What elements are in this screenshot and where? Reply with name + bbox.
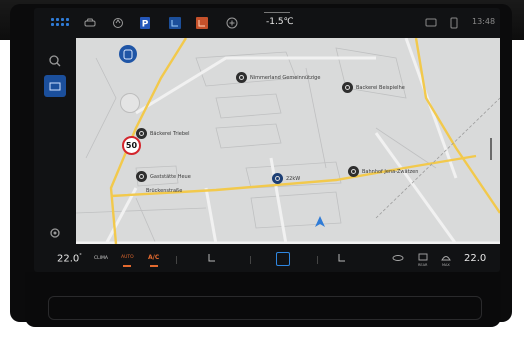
charging-power-label: 22kW xyxy=(286,176,301,182)
divider xyxy=(176,256,177,264)
gear-icon[interactable] xyxy=(44,222,66,244)
search-icon[interactable] xyxy=(44,50,66,72)
display-base-reflection xyxy=(48,296,482,320)
auto-button[interactable]: AUTO xyxy=(121,255,134,260)
photo-background: P -1.5℃ 13:48 Nimmerland Gemeinnützige B… xyxy=(0,0,524,347)
poi-label: Nimmerland Gemeinnützige xyxy=(250,75,321,81)
assist-icon[interactable] xyxy=(111,17,125,29)
map-view-icon[interactable] xyxy=(44,75,66,97)
climate-bar: 22.0° CLIMA AUTO A/C REAR MAX 22.0 xyxy=(34,244,500,272)
fan-icon[interactable] xyxy=(392,253,404,263)
climate-seat-icon[interactable] xyxy=(168,17,182,29)
charging-station-marker[interactable] xyxy=(272,173,283,184)
max-defrost-icon[interactable] xyxy=(440,253,452,263)
infotainment-screen: P -1.5℃ 13:48 Nimmerland Gemeinnützige B… xyxy=(34,8,500,272)
seat-heat-icon[interactable] xyxy=(206,253,218,263)
poi-label: Bahnhof Jena-Zwätzen xyxy=(362,169,419,175)
poi-label: Bäckerei Triebel xyxy=(150,131,190,137)
poi-label: Backerei Beispielhe xyxy=(356,85,405,91)
ac-indicator xyxy=(150,265,158,267)
outside-temperature: -1.5℃ xyxy=(266,17,294,27)
divider xyxy=(250,256,251,264)
apps-grid-icon[interactable] xyxy=(51,18,69,28)
message-icon[interactable] xyxy=(424,17,438,29)
car-icon[interactable] xyxy=(83,17,97,29)
divider xyxy=(317,256,318,264)
left-rail xyxy=(34,38,74,244)
rear-label: REAR xyxy=(418,263,428,267)
vehicle-status-icon[interactable] xyxy=(118,44,138,66)
add-icon[interactable] xyxy=(225,17,239,29)
driver-temperature-value: 22.0 xyxy=(57,253,80,265)
zoom-slider[interactable] xyxy=(490,138,492,160)
heated-seat-icon[interactable] xyxy=(195,17,209,29)
navigation-map[interactable]: Nimmerland Gemeinnützige Backerei Beispi… xyxy=(76,38,500,244)
home-button[interactable] xyxy=(276,252,290,266)
passenger-temperature-value: 22.0 xyxy=(464,253,487,264)
passenger-temperature[interactable]: 22.0 xyxy=(464,253,486,264)
ac-button[interactable]: A/C xyxy=(148,254,159,261)
poi-marker[interactable] xyxy=(348,166,359,177)
street-label: Brückenstraße xyxy=(146,188,183,194)
rear-defrost-icon[interactable] xyxy=(417,253,429,263)
clock: 13:48 xyxy=(472,17,496,26)
driver-temperature[interactable]: 22.0° xyxy=(57,253,82,264)
poi-marker[interactable] xyxy=(136,171,147,182)
location-button[interactable] xyxy=(120,93,140,113)
speed-limit-sign: 50 xyxy=(122,136,141,155)
temperature-divider xyxy=(264,12,290,13)
poi-marker[interactable] xyxy=(342,82,353,93)
phone-icon[interactable] xyxy=(447,17,461,29)
poi-label: Gaststätte Heue xyxy=(150,174,191,180)
poi-marker[interactable] xyxy=(236,72,247,83)
parking-icon[interactable]: P xyxy=(138,17,152,29)
status-bar: P -1.5℃ 13:48 xyxy=(34,8,500,38)
svg-text:P: P xyxy=(142,20,149,30)
auto-indicator xyxy=(123,265,131,267)
clima-label[interactable]: CLIMA xyxy=(94,256,108,261)
passenger-seat-heat-icon[interactable] xyxy=(336,253,348,263)
max-label: MAX xyxy=(442,263,450,267)
current-position-icon xyxy=(315,216,325,227)
